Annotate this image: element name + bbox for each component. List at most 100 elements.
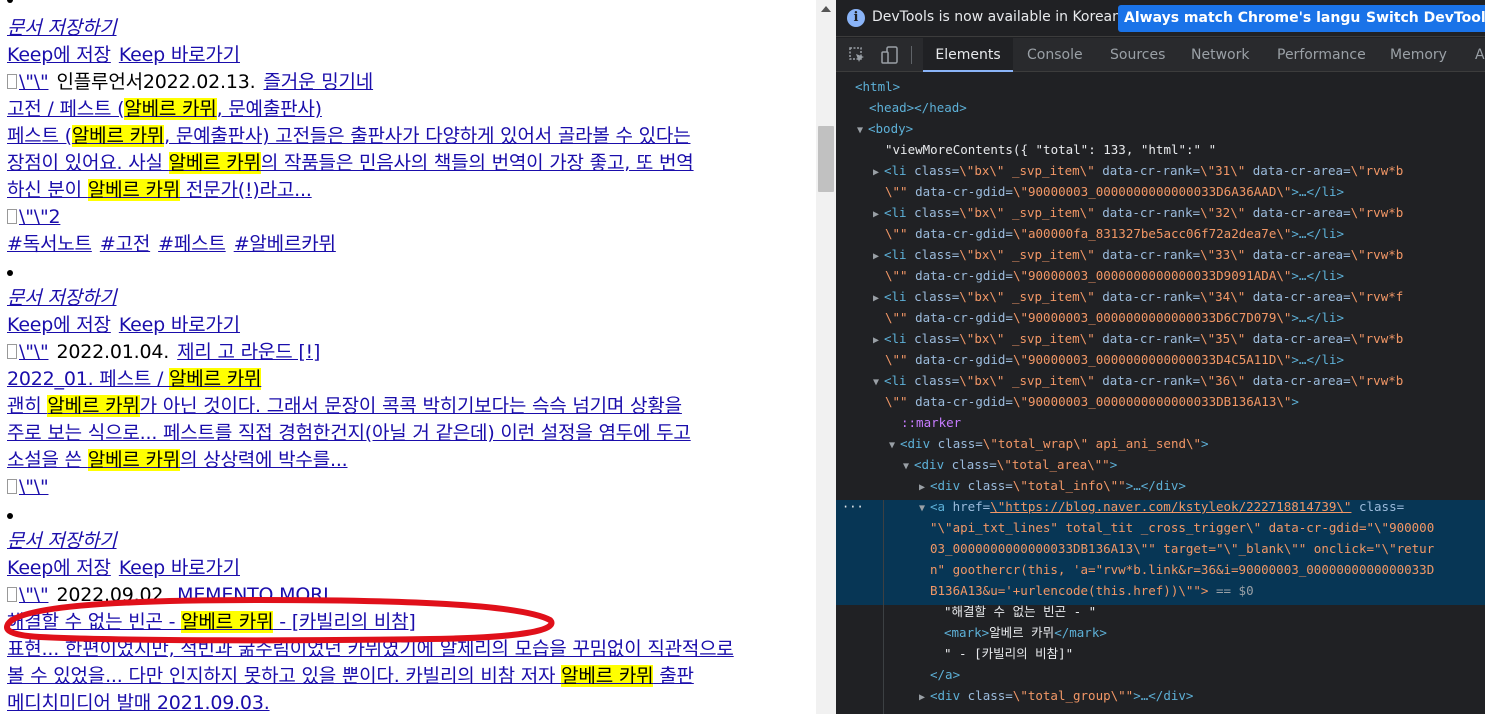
broken-image-icon <box>7 209 17 224</box>
dom-node-li[interactable]: ▶ <li class=\"bx\" _svp_item\" data-cr-ra… <box>873 286 1403 307</box>
expand-triangle-icon[interactable]: ▼ <box>857 120 868 141</box>
dom-node-html[interactable]: <html> <box>855 76 900 97</box>
collapse-triangle-icon[interactable]: ▶ <box>873 330 884 351</box>
dom-node-li-expanded[interactable]: ▼ <li class=\"bx\" _svp_item\" data-cr-ra… <box>873 370 1403 391</box>
thumbnail-image-alt[interactable]: \"\"2 <box>19 206 61 228</box>
dom-node-li[interactable]: ▶ <li class=\"bx\" _svp_item\" data-cr-ra… <box>873 244 1403 265</box>
tab-memory[interactable]: Memory <box>1390 38 1447 72</box>
collapse-triangle-icon[interactable]: ▶ <box>919 687 930 708</box>
tab-network[interactable]: Network <box>1191 38 1249 72</box>
dom-node-anchor-attrs[interactable]: 03_0000000000000033DB136A13\"" target="\… <box>930 538 1434 559</box>
dom-node-total-wrap[interactable]: ▼ <div class=\"total_wrap\" api_ani_send\… <box>889 433 1209 454</box>
post-description-line[interactable]: 메디치미디어 발매 2021.09.03. <box>7 692 270 714</box>
post-description-line[interactable]: 괜히 알베르 카뮈가 아닌 것이다. 그래서 문장이 콕콕 박히기보다는 슥슥 … <box>7 395 682 417</box>
post-date: 2022.01.04. <box>56 341 170 363</box>
post-meta: \"\" 2022.01.04. 제리 고 라운드 [!] <box>7 340 320 364</box>
highlight: 알베르 카뮈 <box>124 98 217 120</box>
node-options-icon[interactable]: ··· <box>842 501 864 513</box>
dom-node-anchor-close[interactable]: </a> <box>930 664 960 685</box>
tab-sources[interactable]: Sources <box>1110 38 1165 72</box>
post-title-link[interactable]: 2022_01. 페스트 / 알베르 카뮈 <box>7 368 261 390</box>
dom-text-node[interactable]: " - [카빌리의 비참]" <box>944 643 1073 664</box>
dom-node-mark[interactable]: <mark>알베르 카뮈</mark> <box>944 622 1107 643</box>
dom-node-li-cont[interactable]: \"" data-cr-gdid=\"90000003_000000000000… <box>885 265 1344 286</box>
dom-node-total-group[interactable]: ▶ <div class=\"total_group\"">…</div> <box>919 685 1193 706</box>
blog-name-link[interactable]: 즐거운 밍기네 <box>264 71 374 93</box>
dom-marker[interactable]: ::marker <box>901 412 961 433</box>
dom-node-head[interactable]: <head></head> <box>869 97 967 118</box>
dom-node-anchor-selected[interactable]: ▼ <a href=\"https://blog.naver.com/kstyle… <box>919 496 1404 517</box>
dom-node-total-info[interactable]: ▶ <div class=\"total_info\"">…</div> <box>919 475 1186 496</box>
tab-elements[interactable]: Elements <box>923 38 1013 72</box>
dom-node-li[interactable]: ▶ <li class=\"bx\" _svp_item\" data-cr-ra… <box>873 328 1403 349</box>
expand-triangle-icon[interactable]: ▼ <box>889 435 900 456</box>
tab-performance[interactable]: Performance <box>1277 38 1366 72</box>
post-title-link[interactable]: 고전 / 페스트 (알베르 카뮈, 문예출판사) <box>7 98 322 120</box>
keep-save-link[interactable]: Keep에 저장 <box>7 44 111 66</box>
info-icon: i <box>847 9 865 27</box>
dom-node-anchor-attrs[interactable]: B136A13&u='+urlencode(this.href))\""> ==… <box>930 580 1254 601</box>
collapse-triangle-icon[interactable]: ▶ <box>873 162 884 183</box>
device-toolbar-icon[interactable] <box>881 46 899 64</box>
post-description-line[interactable]: 볼 수 있었을... 다만 인지하지 못하고 있을 뿐이다. 카빌리의 비참 저… <box>7 665 694 687</box>
save-document-link[interactable]: 문서 저장하기 <box>7 16 117 40</box>
post-date: 2022.02.13. <box>142 71 256 93</box>
expand-triangle-icon[interactable]: ▼ <box>903 456 914 477</box>
scroll-up-arrow-icon[interactable] <box>821 6 831 12</box>
dom-node-li-cont[interactable]: \"" data-cr-gdid=\"90000003_000000000000… <box>885 181 1344 202</box>
keep-goto-link[interactable]: Keep 바로가기 <box>119 314 240 336</box>
post-description-line[interactable]: 소설을 쓴 알베르 카뮈의 상상력에 박수를... <box>7 449 348 471</box>
highlight: 알베르 카뮈 <box>169 368 262 390</box>
tag-link[interactable]: #알베르카뮈 <box>234 233 336 255</box>
tag-list: #독서노트 #고전 #페스트 #알베르카뮈 <box>7 232 336 256</box>
profile-image-alt[interactable]: \"\" <box>19 341 49 363</box>
search-results-page: 문서 저장하기 Keep에 저장 Keep 바로가기 \"\" 인플루언서2022.… <box>0 0 816 714</box>
inspect-element-icon[interactable] <box>848 46 866 64</box>
keep-goto-link[interactable]: Keep 바로가기 <box>119 44 240 66</box>
switch-language-button[interactable]: Switch DevTools t <box>1360 5 1485 32</box>
list-bullet <box>7 0 13 3</box>
collapse-triangle-icon[interactable]: ▶ <box>873 246 884 267</box>
dom-node-li-cont[interactable]: \"" data-cr-gdid=\"a00000fa_831327be5acc… <box>885 223 1344 244</box>
dom-node-anchor-attrs[interactable]: n" goothercr(this, 'a="rvw*b.link&r=36&i… <box>930 559 1434 580</box>
keep-save-link[interactable]: Keep에 저장 <box>7 314 111 336</box>
post-description-line[interactable]: 주로 보는 식으로... 페스트를 직접 경험한건지(아닐 거 같은데) 이런 … <box>7 422 691 444</box>
save-document-link[interactable]: 문서 저장하기 <box>7 286 117 310</box>
keep-goto-link[interactable]: Keep 바로가기 <box>119 557 240 579</box>
dom-node-total-area[interactable]: ▼ <div class=\"total_area\""> <box>903 454 1117 475</box>
thumbnail-image-alt[interactable]: \"\" <box>19 476 49 498</box>
red-annotation-circle <box>4 596 555 644</box>
tab-overflow[interactable]: A <box>1475 38 1485 72</box>
dom-text-node[interactable]: "viewMoreContents({ "total": 133, "html"… <box>885 139 1216 160</box>
match-language-button[interactable]: Always match Chrome's language <box>1118 5 1396 32</box>
tag-link[interactable]: #고전 <box>100 233 150 255</box>
post-description-line[interactable]: 장점이 있어요. 사실 알베르 카뮈의 작품들은 민음사의 책들의 번역이 가장… <box>7 152 694 174</box>
dom-text-node[interactable]: "해결할 수 없는 빈곤 - " <box>944 601 1096 622</box>
profile-image-alt[interactable]: \"\" <box>19 71 49 93</box>
post-meta: \"\" 인플루언서2022.02.13. 즐거운 밍기네 <box>7 70 373 94</box>
expand-triangle-icon[interactable]: ▼ <box>919 498 930 519</box>
page-scrollbar[interactable] <box>816 0 836 714</box>
tag-link[interactable]: #페스트 <box>158 233 226 255</box>
post-description-line[interactable]: 페스트 (알베르 카뮈, 문예출판사) 고전들은 출판사가 다양하게 있어서 골… <box>7 125 691 147</box>
collapse-triangle-icon[interactable]: ▶ <box>873 288 884 309</box>
selected-node-ref: == $0 <box>1215 583 1254 598</box>
dom-node-anchor-attrs[interactable]: "\"api_txt_lines" total_tit _cross_trigg… <box>930 517 1434 538</box>
tab-console[interactable]: Console <box>1027 38 1083 72</box>
blog-name-link[interactable]: 제리 고 라운드 [!] <box>177 341 320 363</box>
dom-node-li-cont[interactable]: \"" data-cr-gdid=\"90000003_000000000000… <box>885 349 1344 370</box>
post-description-line[interactable]: 하신 분이 알베르 카뮈 전문가(!)라고... <box>7 179 312 201</box>
collapse-triangle-icon[interactable]: ▶ <box>873 204 884 225</box>
dom-node-li[interactable]: ▶ <li class=\"bx\" _svp_item\" data-cr-ra… <box>873 202 1403 223</box>
save-document-link[interactable]: 문서 저장하기 <box>7 529 117 553</box>
list-bullet <box>7 270 13 276</box>
expand-triangle-icon[interactable]: ▼ <box>873 372 884 393</box>
dom-node-li-cont[interactable]: \"" data-cr-gdid=\"90000003_000000000000… <box>885 307 1344 328</box>
collapse-triangle-icon[interactable]: ▶ <box>919 477 930 498</box>
dom-node-body[interactable]: ▼ <body> <box>857 118 913 139</box>
tag-link[interactable]: #독서노트 <box>7 233 92 255</box>
keep-save-link[interactable]: Keep에 저장 <box>7 557 111 579</box>
dom-node-li-cont[interactable]: \"" data-cr-gdid=\"90000003_000000000000… <box>885 391 1299 412</box>
scrollbar-thumb[interactable] <box>818 126 834 192</box>
dom-node-li[interactable]: ▶ <li class=\"bx\" _svp_item\" data-cr-ra… <box>873 160 1403 181</box>
